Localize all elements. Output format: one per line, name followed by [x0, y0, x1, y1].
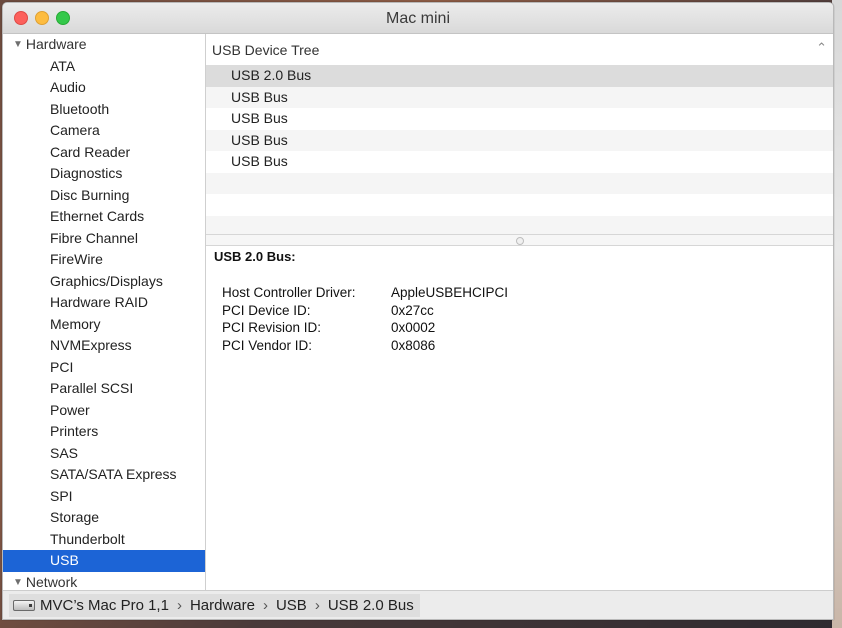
breadcrumb-item[interactable]: USB 2.0 Bus: [328, 597, 414, 614]
property-key: PCI Vendor ID:: [222, 337, 313, 353]
sidebar-item-nvmexpress[interactable]: NVMExpress: [3, 335, 205, 357]
sidebar-item-printers[interactable]: Printers: [3, 421, 205, 443]
sidebar-group-label: Hardware: [25, 36, 87, 52]
sidebar-group-hardware[interactable]: ▼ Hardware: [3, 34, 205, 56]
sidebar-item-graphics-displays[interactable]: Graphics/Displays: [3, 271, 205, 293]
sidebar-item-card-reader[interactable]: Card Reader: [3, 142, 205, 164]
sidebar-item-disc-burning[interactable]: Disc Burning: [3, 185, 205, 207]
breadcrumb: MVC’s Mac Pro 1,1 › Hardware › USB › USB 2.0 B…: [9, 594, 420, 617]
breadcrumb-item[interactable]: Hardware: [190, 597, 255, 614]
property-value: AppleUSBEHCIPCI: [391, 285, 509, 300]
sidebar-item-pci[interactable]: PCI: [3, 357, 205, 379]
system-information-window: Mac mini ▼ Hardware ATA Audio Bluetooth Cam…: [2, 2, 834, 620]
sidebar-item-memory[interactable]: Memory: [3, 314, 205, 336]
property-value: 0x0002: [391, 320, 436, 335]
device-tree-header[interactable]: USB Device Tree ⌃: [206, 34, 833, 66]
property-value: 0x8086: [391, 337, 436, 353]
sidebar-item-sas[interactable]: SAS: [3, 443, 205, 465]
disclosure-triangle-icon[interactable]: ▼: [13, 34, 23, 56]
breadcrumb-separator-icon: ›: [262, 597, 268, 614]
property-key: PCI Revision ID:: [222, 320, 322, 335]
device-tree: USB 2.0 Bus USB Bus USB Bus USB Bus USB Bus: [206, 65, 833, 234]
tree-empty-row: [206, 215, 833, 234]
split-view-divider[interactable]: [206, 234, 833, 246]
breadcrumb-item[interactable]: MVC’s Mac Pro 1,1: [40, 597, 169, 614]
tree-row[interactable]: USB Bus: [206, 129, 833, 151]
breadcrumb-item[interactable]: USB: [276, 597, 307, 614]
sidebar: ▼ Hardware ATA Audio Bluetooth Camera Card R…: [3, 34, 206, 590]
sidebar-item-camera[interactable]: Camera: [3, 120, 205, 142]
tree-row[interactable]: USB Bus: [206, 86, 833, 108]
sidebar-item-audio[interactable]: Audio: [3, 77, 205, 99]
sidebar-item-spi[interactable]: SPI: [3, 486, 205, 508]
sidebar-item-thunderbolt[interactable]: Thunderbolt: [3, 529, 205, 551]
divider-handle-icon[interactable]: [516, 237, 524, 245]
sidebar-item-firewire[interactable]: FireWire: [3, 249, 205, 271]
sidebar-group-network[interactable]: ▼ Network: [3, 572, 205, 591]
property-row: PCI Revision ID: 0x0002: [222, 319, 508, 337]
sidebar-item-ata[interactable]: ATA: [3, 56, 205, 78]
property-key: Host Controller Driver:: [222, 285, 356, 300]
window-title: Mac mini: [385, 10, 450, 27]
sidebar-item-hardware-raid[interactable]: Hardware RAID: [3, 292, 205, 314]
tree-row[interactable]: USB 2.0 Bus: [206, 65, 833, 87]
detail-title: USB 2.0 Bus:: [214, 249, 296, 264]
sidebar-item-sata-sata-express[interactable]: SATA/SATA Express: [3, 464, 205, 486]
property-key: PCI Device ID:: [222, 302, 311, 318]
sidebar-item-power[interactable]: Power: [3, 400, 205, 422]
tree-empty-row: [206, 194, 833, 216]
sidebar-item-bluetooth[interactable]: Bluetooth: [3, 99, 205, 121]
sidebar-item-ethernet-cards[interactable]: Ethernet Cards: [3, 206, 205, 228]
mac-pro-icon: [13, 600, 35, 611]
property-value: 0x27cc: [391, 302, 434, 318]
sidebar-item-usb[interactable]: USB: [3, 550, 205, 572]
sidebar-item-fibre-channel[interactable]: Fibre Channel: [3, 228, 205, 250]
device-tree-title: USB Device Tree: [212, 42, 320, 58]
tree-empty-row: [206, 172, 833, 194]
property-row: Host Controller Driver: AppleUSBEHCIPCI: [222, 284, 508, 302]
disclosure-triangle-icon[interactable]: ▼: [13, 572, 23, 591]
chevron-up-icon[interactable]: ⌃: [816, 40, 827, 56]
property-list: Host Controller Driver: AppleUSBEHCIPCI PC…: [222, 284, 508, 354]
title-bar[interactable]: Mac mini: [3, 3, 833, 34]
breadcrumb-separator-icon: ›: [314, 597, 320, 614]
property-row: PCI Vendor ID: 0x8086: [222, 337, 508, 355]
property-row: PCI Device ID: 0x27cc: [222, 302, 508, 320]
sidebar-item-storage[interactable]: Storage: [3, 507, 205, 529]
tree-row[interactable]: USB Bus: [206, 151, 833, 173]
tree-row[interactable]: USB Bus: [206, 108, 833, 130]
breadcrumb-separator-icon: ›: [176, 597, 182, 614]
sidebar-item-diagnostics[interactable]: Diagnostics: [3, 163, 205, 185]
content-pane: USB Device Tree ⌃ USB 2.0 Bus USB Bus USB …: [206, 34, 833, 590]
status-bar: MVC’s Mac Pro 1,1 › Hardware › USB › USB 2.0 B…: [3, 590, 833, 619]
sidebar-group-label: Network: [25, 573, 78, 590]
sidebar-item-list: ATA Audio Bluetooth Camera Card Reader Diagno…: [3, 56, 205, 572]
detail-pane: USB 2.0 Bus: Host Controller Driver: Appl…: [206, 246, 833, 590]
sidebar-item-parallel-scsi[interactable]: Parallel SCSI: [3, 378, 205, 400]
